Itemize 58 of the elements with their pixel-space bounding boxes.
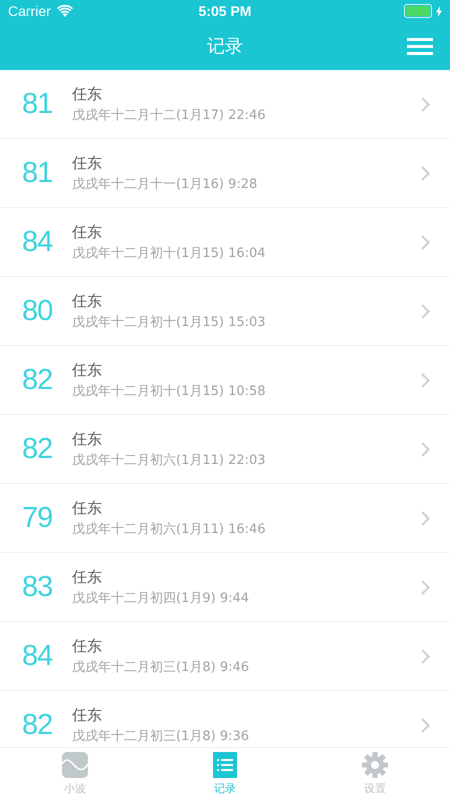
person-name: 任东: [72, 292, 103, 310]
score-value: 81: [22, 88, 54, 120]
record-row[interactable]: 80 任东 戊戌年十二月初十(1月15) 15:03: [0, 277, 450, 346]
chevron-icon: [421, 580, 430, 594]
score-value: 84: [22, 226, 54, 258]
battery-icon: [404, 4, 432, 18]
person-name: 任东: [72, 222, 103, 242]
record-row[interactable]: 83 任东 戊戌年十二月初四(1月9) 9:44: [0, 553, 450, 622]
record-date: 戊戌年十二月初四(1月9) 9:44: [72, 590, 250, 606]
record-date: 戊戌年十二月十一(1月16) 9:28: [72, 176, 258, 192]
chevron-icon: [421, 372, 430, 388]
carrier-name: Carrier: [8, 3, 51, 19]
chevron-icon: [421, 166, 430, 180]
score-value: 82: [22, 364, 54, 396]
person-name: 任东: [72, 498, 103, 518]
chevron-icon: [421, 304, 430, 318]
record-date: 戊戌年十二月初六(1月11) 16:46: [72, 520, 267, 538]
wave-icon: [62, 752, 88, 778]
person-name: 任东: [72, 706, 103, 724]
person-name: 任东: [72, 636, 103, 656]
record-date: 戊戌年十二月初十(1月15) 15:03: [72, 314, 267, 330]
settings-icon: [362, 752, 388, 778]
chevron-icon: [421, 718, 430, 732]
screen-title: 记录: [207, 35, 243, 58]
record-row[interactable]: 84 任东 戊戌年十二月初十(1月15) 16:04: [0, 208, 450, 277]
score-value: 79: [22, 502, 54, 534]
record-row[interactable]: 82 任东 戊戌年十二月初六(1月11) 22:03: [0, 415, 450, 484]
score-value: 82: [22, 708, 54, 742]
person-name: 任东: [72, 154, 103, 172]
notepad-icon: [213, 752, 237, 778]
chevron-icon: [421, 648, 430, 664]
record-date: 戊戌年十二月初三(1月8) 9:46: [72, 658, 250, 676]
record-row[interactable]: 79 任东 戊戌年十二月初六(1月11) 16:46: [0, 484, 450, 553]
score-value: 82: [22, 432, 54, 466]
record-date: 戊戌年十二月初六(1月11) 22:03: [72, 452, 267, 468]
score-value: 84: [22, 640, 54, 672]
record-date: 戊戌年十二月初三(1月8) 9:36: [72, 728, 250, 744]
chevron-icon: [421, 96, 430, 112]
record-row[interactable]: 81 任东 戊戌年十二月十一(1月16) 9:28: [0, 139, 450, 208]
chevron-icon: [421, 510, 430, 526]
score-value: 81: [22, 156, 54, 190]
person-name: 任东: [72, 84, 103, 104]
person-name: 任东: [72, 430, 103, 448]
chevron-icon: [421, 442, 430, 456]
status-time: 5:05 PM: [198, 3, 252, 19]
record-row[interactable]: 82 任东 戊戌年十二月初十(1月15) 10:58: [0, 346, 450, 415]
record-date: 戊戌年十二月初十(1月15) 16:04: [72, 244, 267, 262]
person-name: 任东: [72, 360, 103, 380]
person-name: 任东: [72, 568, 103, 586]
wifi-icon: [56, 5, 73, 17]
menu-icon[interactable]: [407, 38, 433, 55]
score-value: 83: [22, 570, 54, 604]
chevron-icon: [421, 234, 430, 250]
record-row[interactable]: 84 任东 戊戌年十二月初三(1月8) 9:46: [0, 622, 450, 691]
score-value: 80: [22, 294, 54, 328]
record-date: 戊戌年十二月十二(1月17) 22:46: [72, 106, 267, 124]
record-date: 戊戌年十二月初十(1月15) 10:58: [72, 382, 267, 400]
record-row[interactable]: 81 任东 戊戌年十二月十二(1月17) 22:46: [0, 70, 450, 139]
